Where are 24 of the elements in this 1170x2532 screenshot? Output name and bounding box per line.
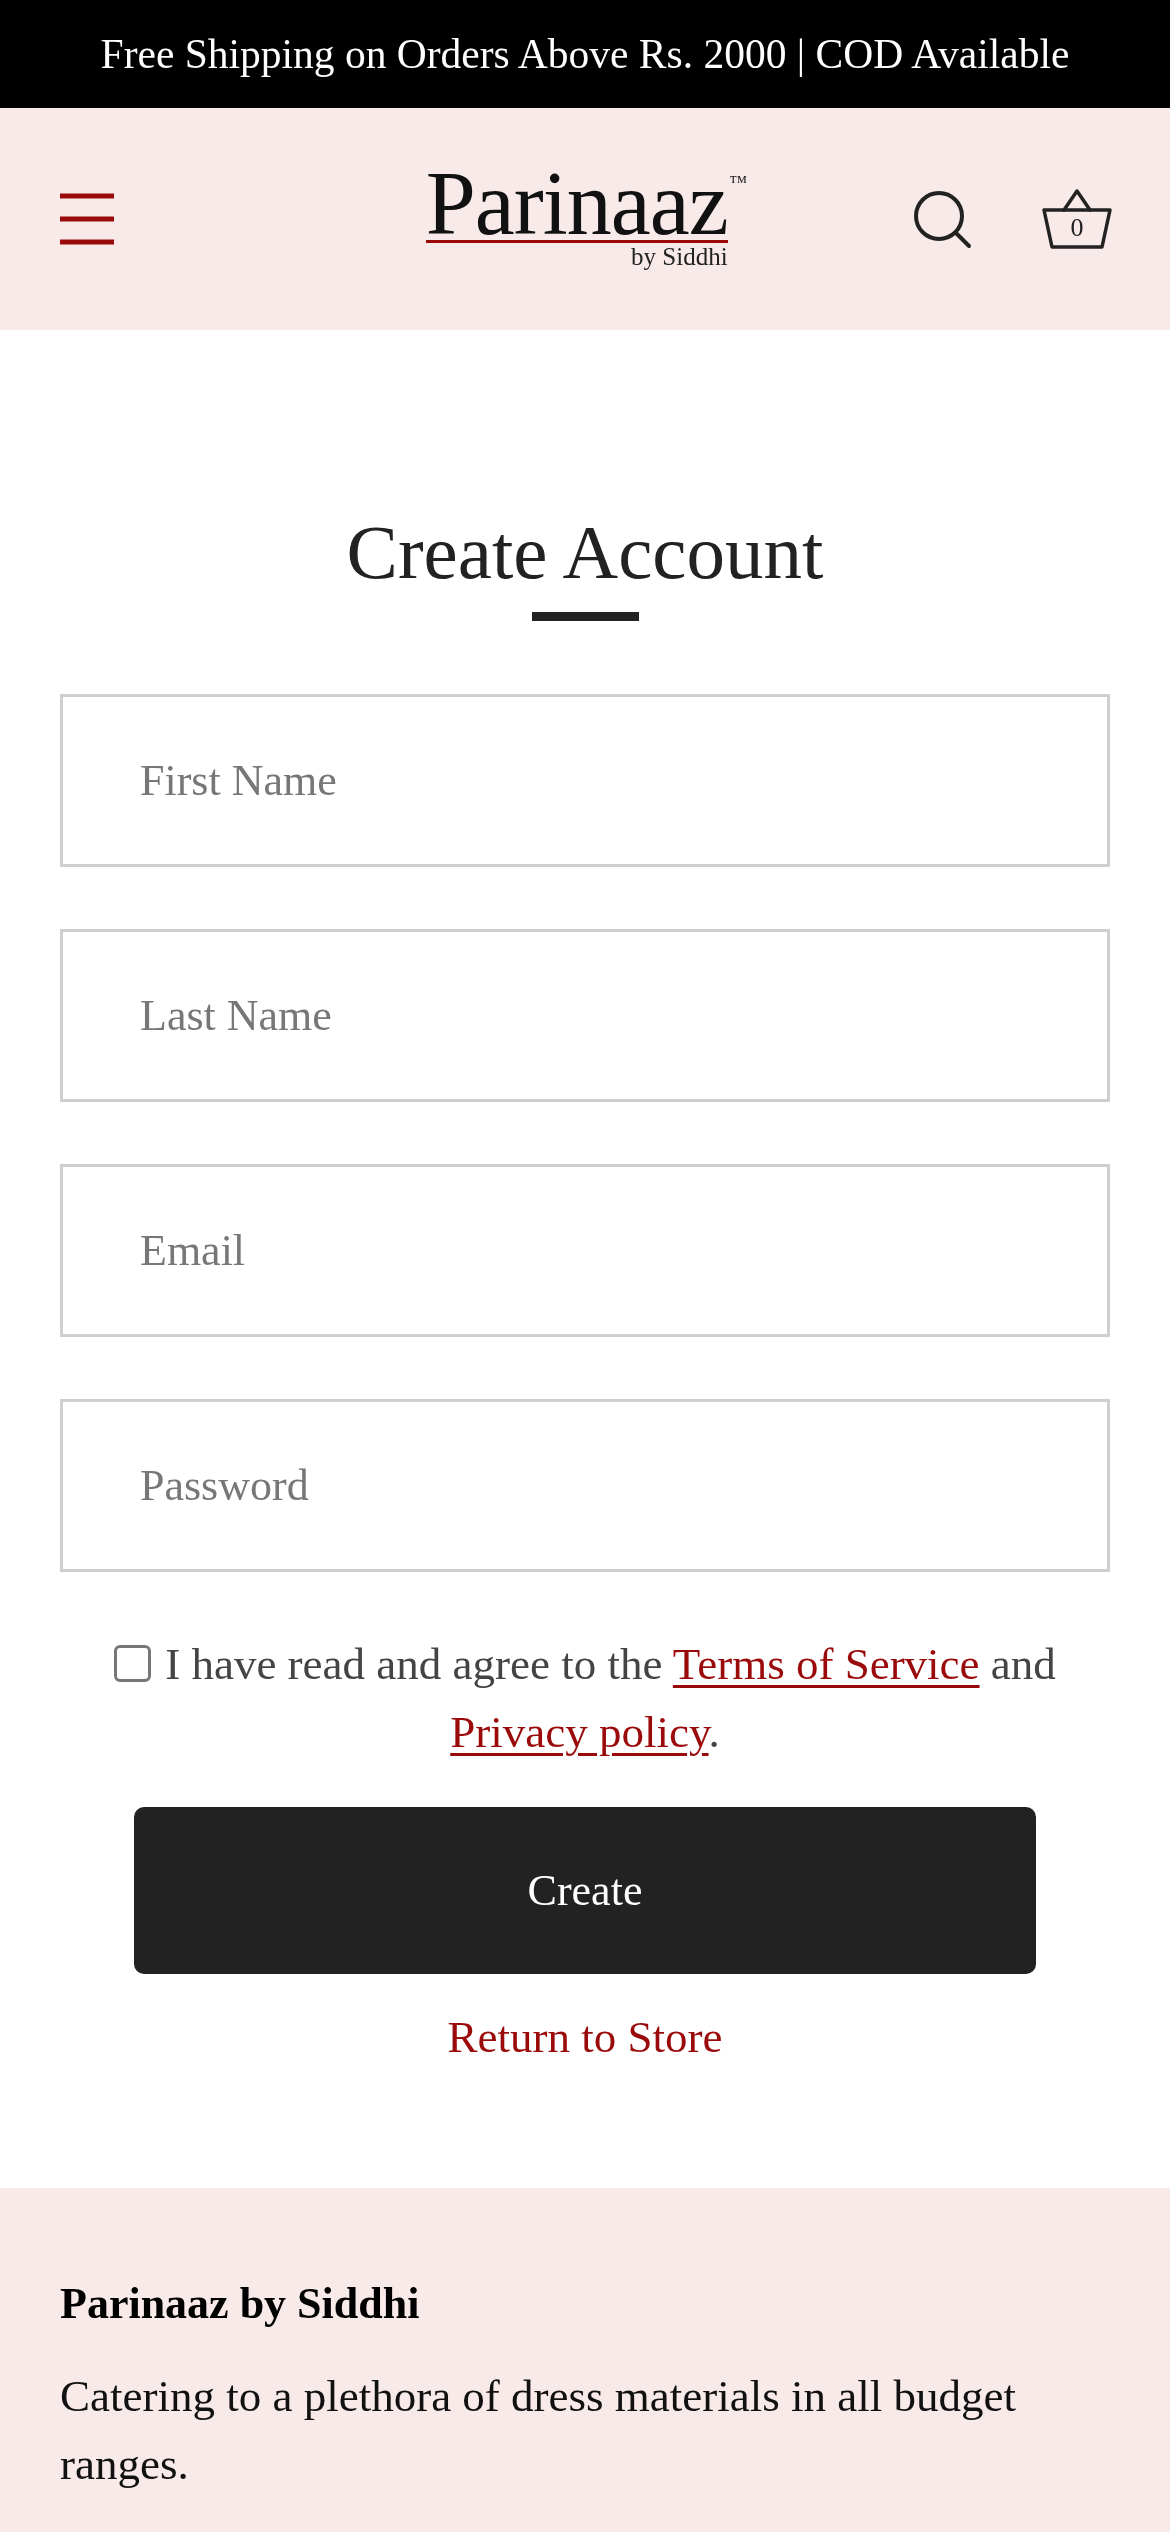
menu-icon	[60, 193, 114, 245]
basket-icon	[1041, 188, 1113, 250]
create-button[interactable]: Create	[134, 1807, 1036, 1974]
trademark-mark: ™	[729, 171, 748, 192]
privacy-link[interactable]: Privacy policy	[450, 1707, 709, 1757]
footer-heading: Parinaaz by Siddhi	[60, 2278, 421, 2330]
terms-link[interactable]: Terms of Service	[672, 1639, 980, 1689]
input-field[interactable]: First Name	[60, 694, 1110, 867]
search-button[interactable]	[912, 189, 972, 249]
agreement-text: I have read and agree to the Terms of Service and Privacy policy.	[165, 1639, 1056, 1757]
return-link[interactable]: Return to Store	[447, 2012, 723, 2062]
search-icon	[912, 189, 972, 249]
cart-count: 0	[1069, 214, 1085, 242]
input-field[interactable]: Password	[60, 1399, 1110, 1572]
logo-tagline: by Siddhi	[631, 242, 728, 271]
footer-description: Catering to a plethora of dress materials in all budget ranges.	[60, 2370, 1017, 2491]
input-field[interactable]: Email	[60, 1164, 1110, 1337]
input-field[interactable]: Last Name	[60, 929, 1110, 1102]
cart-button[interactable]: 0	[1041, 188, 1113, 250]
checkbox[interactable]	[114, 1645, 152, 1682]
menu-button[interactable]	[60, 193, 114, 245]
announcement-text: Free Shipping on Orders Above Rs. 2000 | COD Available	[100, 30, 1070, 79]
page-title: Create Account	[346, 509, 824, 595]
logo-wordmark[interactable]: Parinaaz	[425, 167, 728, 243]
